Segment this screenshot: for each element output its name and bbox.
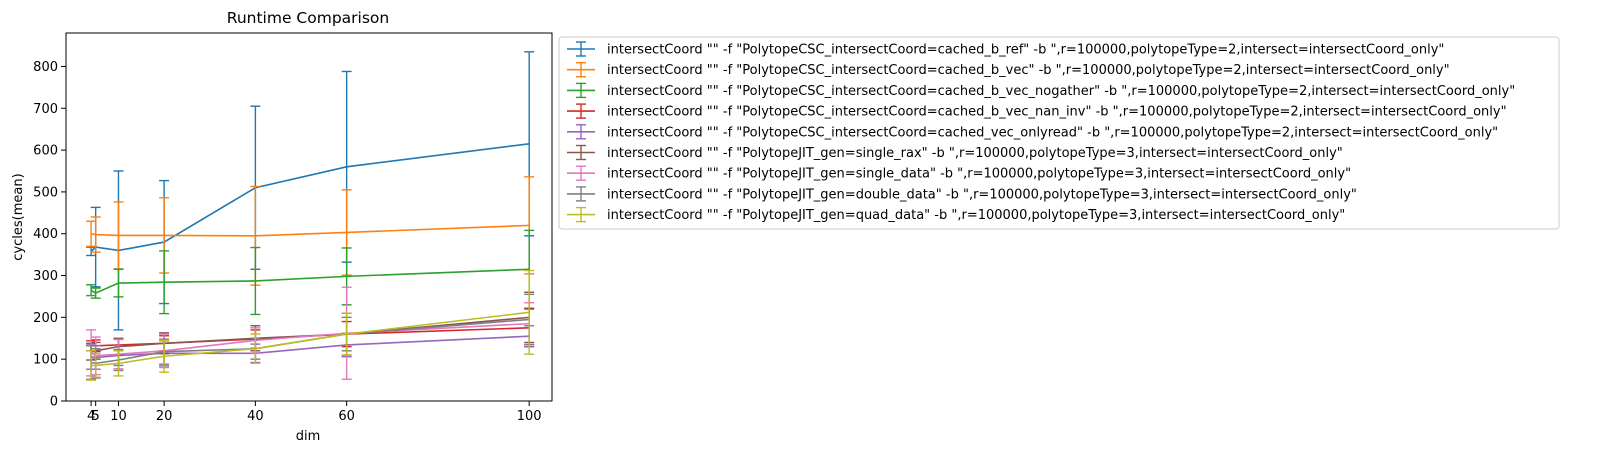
x-tick-label: 20 — [156, 409, 173, 424]
legend-label: intersectCoord "" -f "PolytopeCSC_inters… — [607, 105, 1507, 120]
x-tick-label: 10 — [110, 409, 127, 424]
runtime-chart: Runtime Comparison 45 10 20 40 60 100 0100200… — [11, 9, 1560, 444]
legend-label: intersectCoord "" -f "PolytopeCSC_inters… — [607, 63, 1450, 78]
series-line — [90, 224, 530, 237]
series-line — [90, 268, 530, 295]
x-axis: 45 10 20 40 60 100 — [87, 401, 542, 424]
y-axis: 0 100 200 300 400 500 600 700 800 — [33, 60, 66, 410]
legend-label: intersectCoord "" -f "PolytopeJIT_gen=si… — [607, 146, 1343, 161]
legend: intersectCoord "" -f "PolytopeCSC_inters… — [558, 36, 1560, 230]
chart-title: Runtime Comparison — [227, 9, 389, 27]
y-tick-label: 500 — [33, 185, 58, 200]
y-tick-label: 0 — [50, 395, 58, 410]
x-tick-label: 100 — [517, 409, 542, 424]
plot-area — [86, 51, 535, 381]
legend-label: intersectCoord "" -f "PolytopeJIT_gen=si… — [607, 167, 1351, 182]
y-tick-label: 700 — [33, 102, 58, 117]
legend-item: intersectCoord "" -f "PolytopeCSC_inters… — [567, 82, 1515, 99]
y-tick-label: 200 — [33, 311, 58, 326]
legend-item: intersectCoord "" -f "PolytopeJIT_gen=si… — [567, 165, 1351, 182]
legend-item: intersectCoord "" -f "PolytopeCSC_inters… — [567, 41, 1444, 58]
y-tick-label: 100 — [33, 353, 58, 368]
series-2 — [86, 176, 535, 286]
series-1 — [86, 51, 535, 331]
legend-label: intersectCoord "" -f "PolytopeCSC_inters… — [607, 84, 1515, 99]
legend-item: intersectCoord "" -f "PolytopeJIT_gen=do… — [567, 186, 1357, 202]
series-7 — [86, 286, 535, 380]
y-tick-label: 800 — [33, 60, 58, 75]
y-tick-label: 600 — [33, 144, 58, 159]
series-line — [90, 316, 530, 353]
y-tick-label: 400 — [33, 227, 58, 242]
y-tick-label: 300 — [33, 269, 58, 284]
x-axis-label: dim — [296, 429, 321, 444]
legend-item: intersectCoord "" -f "PolytopeJIT_gen=qu… — [567, 206, 1345, 223]
legend-item: intersectCoord "" -f "PolytopeCSC_inters… — [567, 62, 1450, 78]
legend-label: intersectCoord "" -f "PolytopeJIT_gen=qu… — [607, 208, 1345, 223]
series-5 — [86, 325, 535, 370]
series-4 — [86, 308, 535, 353]
x-tick-label: 60 — [338, 409, 355, 424]
legend-item: intersectCoord "" -f "PolytopeCSC_inters… — [567, 124, 1498, 140]
y-axis-label: cycles(mean) — [11, 173, 26, 260]
legend-label: intersectCoord "" -f "PolytopeJIT_gen=do… — [607, 187, 1357, 202]
legend-label: intersectCoord "" -f "PolytopeCSC_inters… — [607, 43, 1444, 58]
series-3 — [86, 229, 535, 316]
x-tick-label: 5 — [92, 409, 100, 424]
legend-item: intersectCoord "" -f "PolytopeJIT_gen=si… — [567, 144, 1343, 161]
legend-item: intersectCoord "" -f "PolytopeCSC_inters… — [567, 103, 1507, 120]
legend-label: intersectCoord "" -f "PolytopeCSC_inters… — [607, 125, 1498, 140]
series-9 — [86, 269, 535, 381]
x-tick-label: 40 — [247, 409, 264, 424]
